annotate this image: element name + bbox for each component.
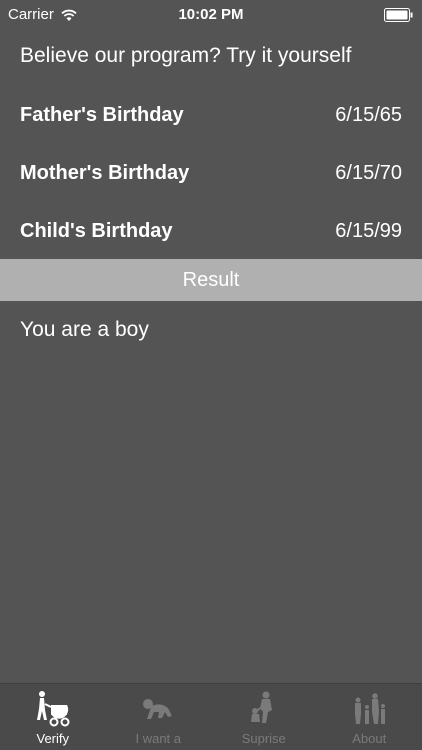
child-birthday-value[interactable]: 6/15/99 [335,220,402,243]
tab-about-label: About [352,731,387,746]
status-bar: Carrier 10:02 PM [0,0,422,30]
family-icon [355,693,386,724]
crawling-baby-icon [143,699,173,719]
mother-birthday-value[interactable]: 6/15/70 [335,162,402,185]
tab-verify[interactable]: Verify [0,684,106,750]
tab-verify-label: Verify [36,731,69,746]
father-birthday-value[interactable]: 6/15/65 [335,104,402,127]
result-text: You are a boy [20,318,149,341]
tab-bar: Verify I want a Suprise About [0,683,422,750]
parent-lifting-child-icon [250,691,272,723]
father-birthday-row[interactable]: Father's Birthday 6/15/65 [20,100,402,130]
tab-i-want-a[interactable]: I want a [106,684,212,750]
status-time: 10:02 PM [178,6,244,23]
battery-icon [384,8,413,22]
mother-birthday-label: Mother's Birthday [20,161,190,184]
tab-suprise-label: Suprise [241,731,286,746]
child-birthday-label: Child's Birthday [20,219,173,242]
intro-text: Believe our program? Try it yourself [20,44,352,67]
mother-birthday-row[interactable]: Mother's Birthday 6/15/70 [20,158,402,188]
tab-suprise[interactable]: Suprise [211,684,317,750]
result-header: Result [0,259,422,301]
tab-i-want-a-label: I want a [135,731,182,746]
child-birthday-row[interactable]: Child's Birthday 6/15/99 [20,216,402,246]
father-birthday-label: Father's Birthday [20,103,184,126]
tab-about[interactable]: About [317,684,422,750]
stroller-icon [36,691,70,727]
